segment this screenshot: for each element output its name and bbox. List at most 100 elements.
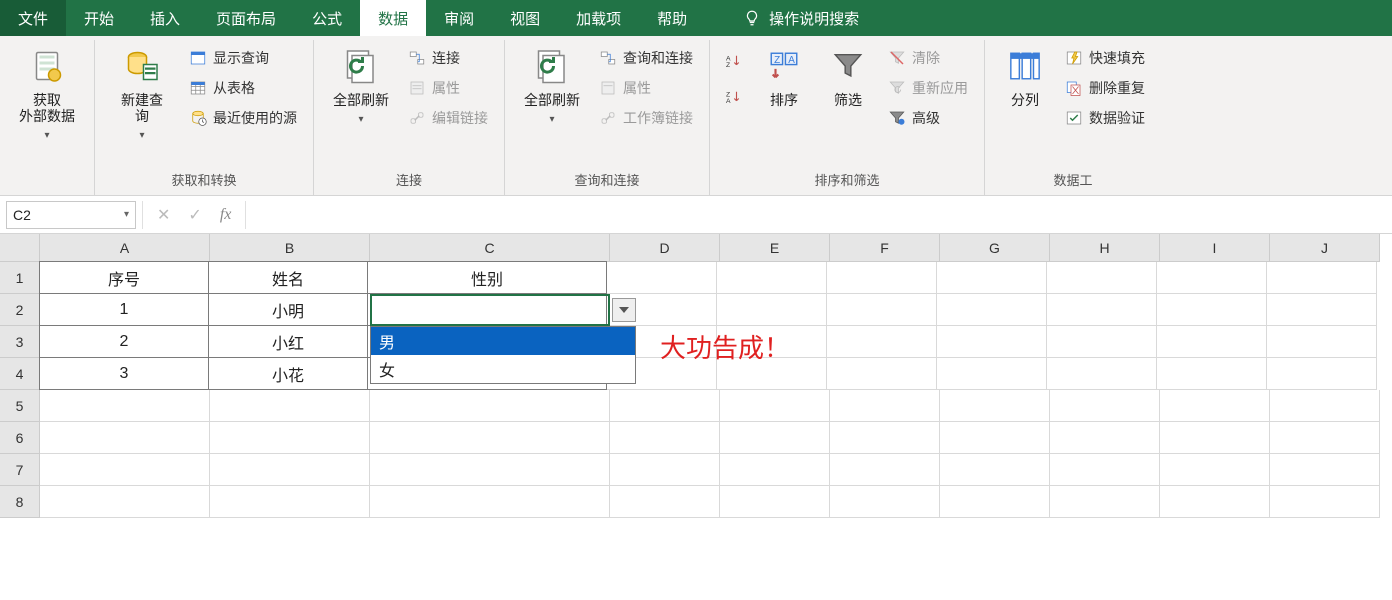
reapply-button[interactable]: 重新应用 — [884, 76, 972, 100]
cell-A7[interactable] — [40, 454, 210, 486]
edit-links-button[interactable]: 编辑链接 — [404, 106, 492, 130]
cell-B2[interactable]: 小明 — [208, 293, 368, 326]
new-query-button[interactable]: 新建查 询 ▾ — [107, 40, 177, 141]
cell-E5[interactable] — [720, 390, 830, 422]
accept-formula-icon[interactable]: ✓ — [188, 205, 201, 225]
col-header-G[interactable]: G — [940, 234, 1050, 262]
cell-J2[interactable] — [1267, 294, 1377, 326]
cell-F5[interactable] — [830, 390, 940, 422]
cell-D6[interactable] — [610, 422, 720, 454]
text-to-columns-button[interactable]: 分列 — [997, 40, 1053, 108]
cell-J3[interactable] — [1267, 326, 1377, 358]
advanced-filter-button[interactable]: 高级 — [884, 106, 972, 130]
cell-G8[interactable] — [940, 486, 1050, 518]
cell-A1[interactable]: 序号 — [39, 261, 209, 294]
cell-H8[interactable] — [1050, 486, 1160, 518]
tab-addins[interactable]: 加载项 — [558, 0, 639, 36]
cell-C6[interactable] — [370, 422, 610, 454]
clear-filter-button[interactable]: 清除 — [884, 46, 972, 70]
cell-A8[interactable] — [40, 486, 210, 518]
tell-me-search[interactable]: 操作说明搜索 — [725, 0, 877, 36]
cell-G1[interactable] — [937, 262, 1047, 294]
row-header-7[interactable]: 7 — [0, 454, 40, 486]
cell-A5[interactable] — [40, 390, 210, 422]
tab-data[interactable]: 数据 — [360, 0, 426, 36]
cell-G4[interactable] — [937, 358, 1047, 390]
row-header-6[interactable]: 6 — [0, 422, 40, 454]
recent-sources-button[interactable]: 最近使用的源 — [185, 106, 301, 130]
cell-B1[interactable]: 姓名 — [208, 261, 368, 294]
properties-button-2[interactable]: 属性 — [595, 76, 697, 100]
row-header-4[interactable]: 4 — [0, 358, 40, 390]
cell-I8[interactable] — [1160, 486, 1270, 518]
cell-E1[interactable] — [717, 262, 827, 294]
cell-B3[interactable]: 小红 — [208, 325, 368, 358]
cell-A2[interactable]: 1 — [39, 293, 209, 326]
row-header-8[interactable]: 8 — [0, 486, 40, 518]
tab-review[interactable]: 审阅 — [426, 0, 492, 36]
tab-file[interactable]: 文件 — [0, 0, 66, 36]
cell-E2[interactable] — [717, 294, 827, 326]
cell-I4[interactable] — [1157, 358, 1267, 390]
cell-C5[interactable] — [370, 390, 610, 422]
cell-H3[interactable] — [1047, 326, 1157, 358]
data-validation-option[interactable]: 男 — [371, 327, 635, 355]
cell-J4[interactable] — [1267, 358, 1377, 390]
cell-G5[interactable] — [940, 390, 1050, 422]
col-header-F[interactable]: F — [830, 234, 940, 262]
cell-H5[interactable] — [1050, 390, 1160, 422]
cell-J7[interactable] — [1270, 454, 1380, 486]
cell-B7[interactable] — [210, 454, 370, 486]
cell-E6[interactable] — [720, 422, 830, 454]
cell-D7[interactable] — [610, 454, 720, 486]
cell-F6[interactable] — [830, 422, 940, 454]
cell-B6[interactable] — [210, 422, 370, 454]
workbook-links-button[interactable]: 工作簿链接 — [595, 106, 697, 130]
tab-formulas[interactable]: 公式 — [294, 0, 360, 36]
cell-I7[interactable] — [1160, 454, 1270, 486]
cell-F4[interactable] — [827, 358, 937, 390]
col-header-B[interactable]: B — [210, 234, 370, 262]
flash-fill-button[interactable]: 快速填充 — [1061, 46, 1149, 70]
col-header-A[interactable]: A — [40, 234, 210, 262]
connections-button[interactable]: 连接 — [404, 46, 492, 70]
cell-G2[interactable] — [937, 294, 1047, 326]
cell-C7[interactable] — [370, 454, 610, 486]
tab-home[interactable]: 开始 — [66, 0, 132, 36]
get-external-data-button[interactable]: 获取 外部数据 ▾ — [12, 40, 82, 141]
cell-B4[interactable]: 小花 — [208, 357, 368, 390]
row-header-3[interactable]: 3 — [0, 326, 40, 358]
cell-F3[interactable] — [827, 326, 937, 358]
row-header-1[interactable]: 1 — [0, 262, 40, 294]
col-header-E[interactable]: E — [720, 234, 830, 262]
cell-A6[interactable] — [40, 422, 210, 454]
cell-H1[interactable] — [1047, 262, 1157, 294]
queries-connections-button[interactable]: 查询和连接 — [595, 46, 697, 70]
cell-G6[interactable] — [940, 422, 1050, 454]
tab-page-layout[interactable]: 页面布局 — [198, 0, 294, 36]
cell-A3[interactable]: 2 — [39, 325, 209, 358]
data-validation-button[interactable]: 数据验证 — [1061, 106, 1149, 130]
cancel-formula-icon[interactable]: ✕ — [157, 205, 170, 225]
filter-button[interactable]: 筛选 — [820, 40, 876, 108]
formula-input[interactable] — [246, 201, 1392, 229]
cell-H7[interactable] — [1050, 454, 1160, 486]
cell-H4[interactable] — [1047, 358, 1157, 390]
col-header-C[interactable]: C — [370, 234, 610, 262]
cell-F1[interactable] — [827, 262, 937, 294]
cell-G3[interactable] — [937, 326, 1047, 358]
select-all-corner[interactable] — [0, 234, 40, 262]
cell-D1[interactable] — [607, 262, 717, 294]
tab-insert[interactable]: 插入 — [132, 0, 198, 36]
cell-F2[interactable] — [827, 294, 937, 326]
cell-J1[interactable] — [1267, 262, 1377, 294]
name-box[interactable]: C2 ▾ — [6, 201, 136, 229]
row-header-2[interactable]: 2 — [0, 294, 40, 326]
sort-button[interactable]: ZA 排序 — [756, 40, 812, 108]
remove-duplicates-button[interactable]: 删除重复 — [1061, 76, 1149, 100]
cell-G7[interactable] — [940, 454, 1050, 486]
cell-C2[interactable] — [367, 293, 607, 326]
cell-B5[interactable] — [210, 390, 370, 422]
cell-F8[interactable] — [830, 486, 940, 518]
data-validation-option[interactable]: 女 — [371, 355, 635, 383]
